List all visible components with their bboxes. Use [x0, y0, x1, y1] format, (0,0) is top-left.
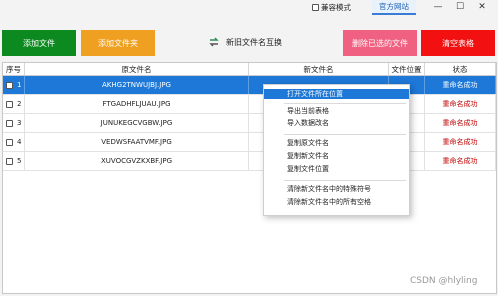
row-checkbox[interactable] [6, 119, 13, 127]
table-row[interactable]: 3 JUNUKEGCVGBW.JPG 重命名成功 [3, 114, 496, 133]
col-new-name[interactable]: 新文件名 [249, 63, 389, 75]
row-index: 1 [17, 81, 22, 89]
official-site-link[interactable]: 官方网站 [372, 0, 416, 15]
menu-item-clear-spaces[interactable]: 清除新文件名中的所有空格 [264, 197, 409, 207]
clear-table-button[interactable]: 清空表格 [421, 30, 495, 56]
row-index: 2 [17, 100, 22, 108]
watermark: CSDN @hlyling [410, 276, 478, 286]
original-name-cell: JUNUKEGCVGBW.JPG [25, 114, 249, 132]
minimize-button[interactable]: — [430, 1, 446, 13]
row-checkbox[interactable] [6, 157, 13, 165]
menu-item-copy-new-name[interactable]: 复制新文件名 [264, 151, 409, 161]
status-cell: 重命名成功 [425, 152, 496, 170]
status-cell: 重命名成功 [425, 133, 496, 151]
original-name-cell: VEDWSFAATVMF.JPG [25, 133, 249, 151]
status-cell: 重命名成功 [425, 95, 496, 113]
original-name-cell: XUVOCGVZKXBF.JPG [25, 152, 249, 170]
table-row[interactable]: 2 FTGADHFLJUAU.JPG 重命名成功 [3, 95, 496, 114]
row-index: 3 [17, 119, 22, 127]
delete-selected-button[interactable]: 删除已选的文件 [343, 30, 417, 56]
status-cell: 重命名成功 [425, 76, 496, 94]
menu-item-open-location[interactable]: 打开文件所在位置 [264, 89, 409, 99]
menu-item-clear-special-chars[interactable]: 清除新文件名中的特殊符号 [264, 184, 409, 194]
table-row[interactable]: 1 AKHG2TNWUJBJ.JPG 重命名成功 [3, 76, 496, 95]
close-button[interactable]: ✕ [474, 1, 490, 13]
checkbox-icon[interactable] [312, 3, 319, 11]
menu-divider [284, 180, 406, 181]
row-checkbox[interactable] [6, 138, 13, 146]
row-checkbox[interactable] [6, 100, 13, 108]
table-header: 序号 原文件名 新文件名 文件位置 状态 [3, 63, 496, 76]
status-cell: 重命名成功 [425, 114, 496, 132]
col-original-name[interactable]: 原文件名 [25, 63, 249, 75]
add-files-button[interactable]: 添加文件 [2, 30, 76, 56]
maximize-button[interactable]: ☐ [452, 1, 468, 13]
compat-mode-label: 兼容模式 [321, 2, 351, 12]
row-checkbox[interactable] [6, 81, 13, 89]
menu-divider [284, 134, 406, 135]
swap-names-button[interactable]: 新旧文件名互换 [208, 34, 282, 50]
add-folder-button[interactable]: 添加文件夹 [81, 30, 155, 56]
menu-item-export-table[interactable]: 导出当前表格 [264, 106, 409, 116]
col-status[interactable]: 状态 [425, 63, 496, 75]
title-bar [0, 0, 498, 14]
col-index[interactable]: 序号 [3, 63, 25, 75]
compat-mode-checkbox[interactable]: 兼容模式 [312, 1, 351, 13]
original-name-cell: FTGADHFLJUAU.JPG [25, 95, 249, 113]
swap-icon [208, 37, 220, 47]
table-row[interactable]: 5 XUVOCGVZKXBF.JPG 重命名成功 [3, 152, 496, 171]
original-name-cell: AKHG2TNWUJBJ.JPG [25, 76, 249, 94]
row-index: 5 [17, 157, 22, 165]
table-row[interactable]: 4 VEDWSFAATVMF.JPG 重命名成功 [3, 133, 496, 152]
menu-item-copy-location[interactable]: 复制文件位置 [264, 164, 409, 174]
swap-names-label: 新旧文件名互换 [226, 37, 282, 47]
row-index: 4 [17, 138, 22, 146]
menu-item-copy-original-name[interactable]: 复制原文件名 [264, 138, 409, 148]
menu-divider [284, 103, 406, 104]
file-table[interactable]: 序号 原文件名 新文件名 文件位置 状态 1 AKHG2TNWUJBJ.JPG … [2, 62, 497, 294]
menu-item-import-rename[interactable]: 导入数据改名 [264, 118, 409, 128]
col-location[interactable]: 文件位置 [389, 63, 425, 75]
context-menu: 打开文件所在位置 导出当前表格 导入数据改名 复制原文件名 复制新文件名 复制文… [263, 84, 410, 216]
